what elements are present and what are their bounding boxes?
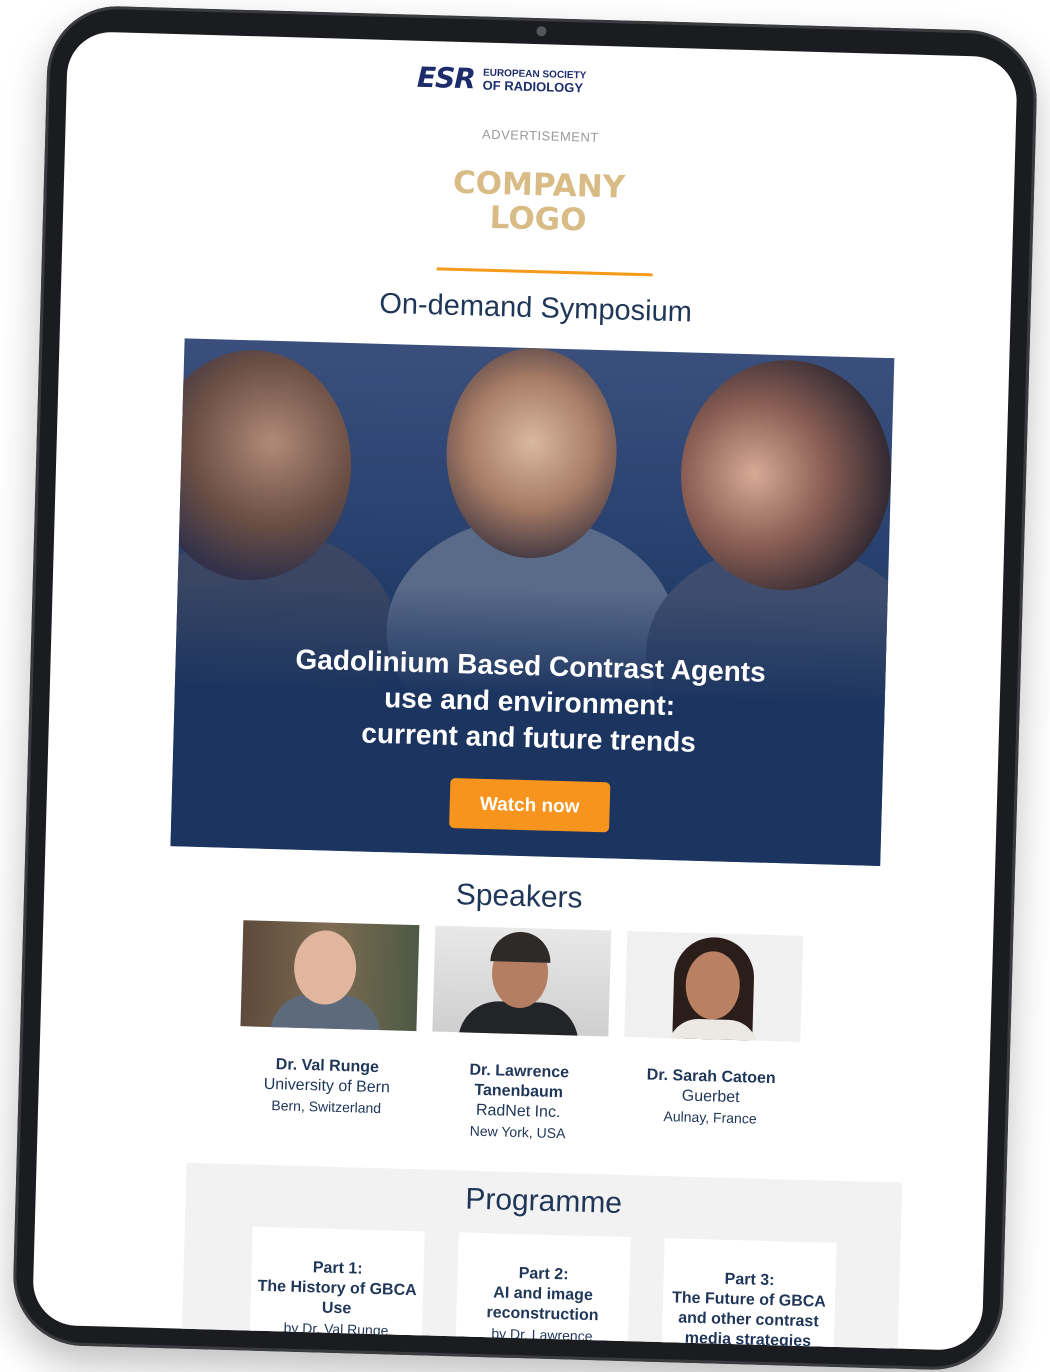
esr-logo-text: EUROPEAN SOCIETY OF RADIOLOGY [482, 67, 586, 95]
programme-heading: Programme [464, 1182, 623, 1220]
speaker-location: New York, USA [469, 1122, 566, 1142]
advertisement-label: ADVERTISEMENT [481, 126, 600, 145]
speakers-list: Dr. Val Runge University of Bern Bern, S… [237, 920, 804, 1150]
programme-part-card[interactable]: Part 3: The Future of GBCA and other con… [660, 1238, 837, 1352]
page-headline: On-demand Symposium [378, 287, 693, 329]
programme-section: Programme Part 1: The History of GBCA Us… [181, 1162, 903, 1352]
part-title: The Future of GBCA and other contrast me… [671, 1289, 827, 1351]
part-presenter: by Dr. Lawrence [491, 1325, 593, 1345]
hero-title: Gadolinium Based Contrast Agents use and… [173, 638, 886, 766]
speaker-card: Dr. Val Runge University of Bern Bern, S… [237, 920, 420, 1139]
tablet-screen: ESR EUROPEAN SOCIETY OF RADIOLOGY ADVERT… [32, 30, 1018, 1352]
tablet-device: ESR EUROPEAN SOCIETY OF RADIOLOGY ADVERT… [11, 4, 1039, 1372]
speaker-card: Dr. Sarah Catoen Guerbet Aulnay, France [621, 930, 804, 1150]
programme-part-card[interactable]: Part 2: AI and image reconstruction by D… [454, 1232, 631, 1352]
part-presenter [662, 1348, 834, 1351]
esr-logo-line2: OF RADIOLOGY [482, 77, 584, 95]
speaker-photo [624, 930, 804, 1042]
speaker-photo [432, 925, 612, 1037]
part-title: The History of GBCA Use [257, 1277, 417, 1318]
part-presenter: by Dr. Val Runge [283, 1319, 389, 1339]
programme-part-card[interactable]: Part 1: The History of GBCA Use by Dr. V… [248, 1226, 425, 1352]
watch-now-button[interactable]: Watch now [449, 777, 611, 833]
company-logo: COMPANY LOGO [63, 155, 1015, 249]
programme-parts: Part 1: The History of GBCA Use by Dr. V… [248, 1226, 837, 1352]
speaker-photo [240, 920, 420, 1032]
speaker-location: Aulnay, France [663, 1108, 757, 1127]
camera-icon [536, 26, 547, 37]
esr-logo-mark: ESR [416, 60, 476, 96]
orange-divider [436, 267, 653, 277]
part-title: AI and image reconstruction [486, 1284, 599, 1325]
speaker-card: Dr. Lawrence Tanenbaum RadNet Inc. New Y… [429, 925, 612, 1145]
speaker-photo-hair [490, 931, 552, 963]
speakers-heading: Speakers [455, 878, 583, 915]
esr-logo: ESR EUROPEAN SOCIETY OF RADIOLOGY [417, 61, 587, 99]
hero-person-right [677, 357, 895, 594]
hero-banner: Gadolinium Based Contrast Agents use and… [170, 338, 895, 866]
speaker-photo-face [293, 929, 358, 1006]
speaker-name: Dr. Lawrence Tanenbaum [469, 1061, 570, 1102]
